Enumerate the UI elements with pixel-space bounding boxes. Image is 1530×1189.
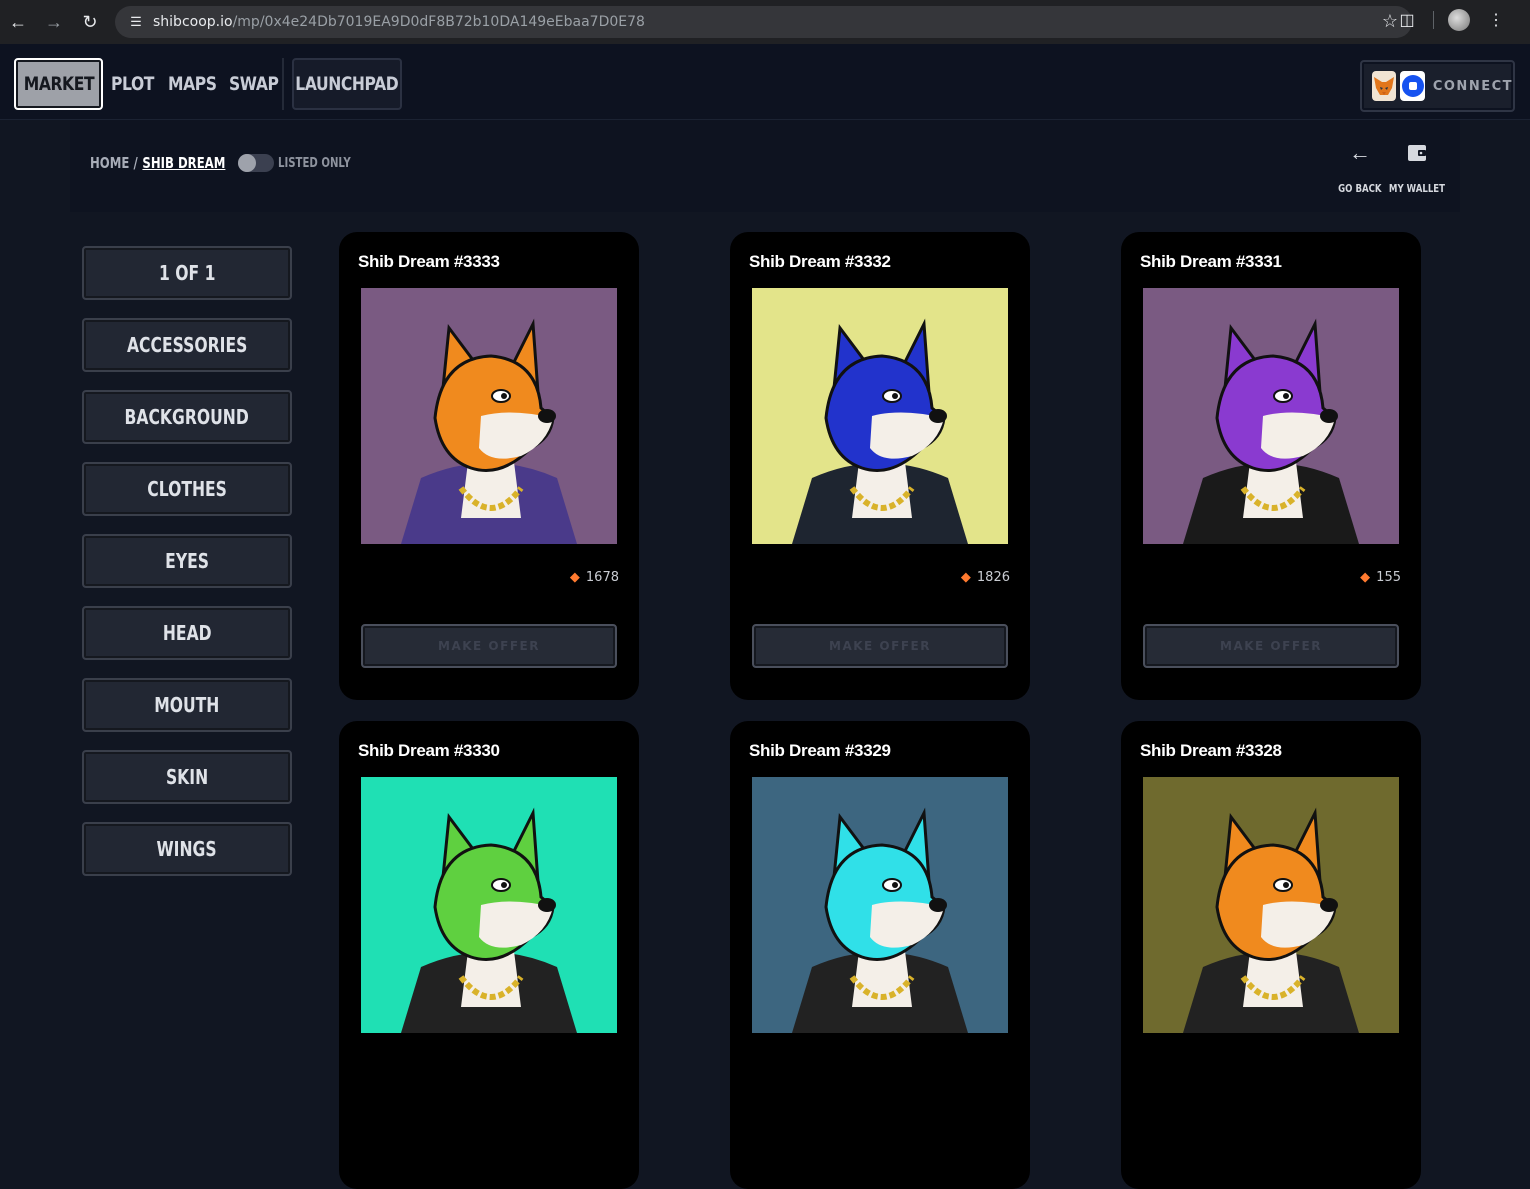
nft-title[interactable]: Shib Dream #3329 (749, 741, 891, 761)
gem-icon: ◆ (960, 570, 971, 585)
listed-only-label: LISTED ONLY (278, 155, 351, 171)
connect-wallet-button[interactable]: CONNECT (1360, 60, 1515, 112)
my-wallet-button[interactable]: MY WALLET (1388, 138, 1446, 195)
filter-label: MOUTH (154, 693, 220, 717)
filter-background[interactable]: BACKGROUND (82, 390, 292, 444)
make-offer-label: MAKE OFFER (1220, 639, 1322, 653)
filter-clothes[interactable]: CLOTHES (82, 462, 292, 516)
browser-toolbar: ← → ↻ ☰ shibcoop.io/mp/0x4e24Db7019EA9D0… (0, 0, 1530, 44)
gem-icon: ◆ (569, 570, 580, 585)
nft-image[interactable] (361, 288, 617, 544)
reload-icon[interactable]: ↻ (72, 4, 108, 40)
extensions-icon[interactable]: ◫ (1395, 8, 1419, 32)
breadcrumb-current[interactable]: SHIB DREAM (142, 154, 225, 172)
filter-label: WINGS (156, 837, 218, 861)
nft-title[interactable]: Shib Dream #3333 (358, 252, 500, 272)
nav-launchpad[interactable]: LAUNCHPAD (292, 58, 402, 110)
toolbar-divider (1433, 11, 1434, 29)
filter-label: 1 OF 1 (158, 261, 216, 285)
nft-card[interactable]: Shib Dream #3333 ◆ 1678 MAKE OFFER (339, 232, 639, 700)
site-info-icon[interactable]: ☰ (127, 13, 145, 31)
make-offer-label: MAKE OFFER (829, 639, 931, 653)
nav-maps[interactable]: MAPS (168, 58, 217, 110)
go-back-button[interactable]: ← GO BACK (1335, 138, 1385, 195)
nft-image[interactable] (752, 777, 1008, 1033)
filter-1-of-1[interactable]: 1 OF 1 (82, 246, 292, 300)
filter-label: ACCESSORIES (126, 333, 248, 357)
nav-market[interactable]: MARKET (14, 58, 103, 110)
nft-image[interactable] (361, 777, 617, 1033)
nft-title[interactable]: Shib Dream #3331 (1140, 252, 1282, 272)
forward-arrow-icon[interactable]: → (36, 4, 72, 40)
wallet-icon (1402, 138, 1432, 168)
make-offer-button[interactable]: MAKE OFFER (361, 624, 617, 668)
filter-eyes[interactable]: EYES (82, 534, 292, 588)
nft-title[interactable]: Shib Dream #3328 (1140, 741, 1282, 761)
filter-mouth[interactable]: MOUTH (82, 678, 292, 732)
nft-image[interactable] (752, 288, 1008, 544)
coinbase-icon (1400, 71, 1425, 101)
connect-label: CONNECT (1432, 78, 1513, 94)
nft-card[interactable]: Shib Dream #3328 (1121, 721, 1421, 1189)
nav-plot[interactable]: PLOT (111, 58, 154, 110)
rarity-rank: ◆ 155 (1360, 570, 1401, 585)
nav-divider (282, 58, 284, 110)
make-offer-button[interactable]: MAKE OFFER (1143, 624, 1399, 668)
profile-avatar[interactable] (1448, 9, 1470, 31)
make-offer-label: MAKE OFFER (438, 639, 540, 653)
menu-icon[interactable]: ⋮ (1484, 8, 1508, 32)
url-host: shibcoop.io (153, 14, 233, 30)
nft-title[interactable]: Shib Dream #3330 (358, 741, 500, 761)
filter-accessories[interactable]: ACCESSORIES (82, 318, 292, 372)
listed-only-toggle[interactable] (238, 154, 274, 172)
listed-only-toggle-group: LISTED ONLY (238, 154, 371, 172)
back-arrow-icon[interactable]: ← (0, 4, 36, 40)
rank-value: 1826 (976, 570, 1010, 585)
make-offer-button[interactable]: MAKE OFFER (752, 624, 1008, 668)
filter-label: BACKGROUND (124, 405, 250, 429)
nft-image[interactable] (1143, 288, 1399, 544)
filter-wings[interactable]: WINGS (82, 822, 292, 876)
rarity-rank: ◆ 1826 (961, 570, 1010, 585)
nft-card[interactable]: Shib Dream #3329 (730, 721, 1030, 1189)
breadcrumb-bar: HOME / SHIB DREAM LISTED ONLY ← GO BACK … (70, 120, 1460, 212)
go-back-label: GO BACK (1338, 182, 1382, 195)
filter-head[interactable]: HEAD (82, 606, 292, 660)
nft-title[interactable]: Shib Dream #3332 (749, 252, 891, 272)
filter-label: CLOTHES (147, 477, 227, 501)
url-text: shibcoop.io/mp/0x4e24Db7019EA9D0dF8B72b1… (153, 14, 645, 30)
metamask-icon (1372, 71, 1397, 101)
filter-label: HEAD (162, 621, 212, 645)
nav-swap[interactable]: SWAP (229, 58, 279, 110)
filter-label: EYES (165, 549, 209, 573)
url-path: /mp/0x4e24Db7019EA9D0dF8B72b10DA149eEbaa… (232, 14, 645, 30)
nft-image[interactable] (1143, 777, 1399, 1033)
site-header: MARKET PLOT MAPS SWAP LAUNCHPAD CONNECT (0, 44, 1530, 120)
address-bar[interactable]: ☰ shibcoop.io/mp/0x4e24Db7019EA9D0dF8B72… (115, 6, 1412, 38)
filter-label: SKIN (165, 765, 209, 789)
arrow-left-icon: ← (1349, 140, 1371, 165)
breadcrumb: HOME / SHIB DREAM (90, 154, 225, 172)
my-wallet-label: MY WALLET (1388, 182, 1446, 195)
nav-market-label: MARKET (23, 73, 94, 95)
nft-card[interactable]: Shib Dream #3331 ◆ 155 MAKE OFFER (1121, 232, 1421, 700)
rank-value: 155 (1376, 570, 1401, 585)
breadcrumb-home[interactable]: HOME / (90, 154, 138, 172)
gem-icon: ◆ (1360, 570, 1371, 585)
nav-launchpad-label: LAUNCHPAD (295, 73, 399, 95)
rarity-rank: ◆ 1678 (570, 570, 619, 585)
nft-card[interactable]: Shib Dream #3332 ◆ 1826 MAKE OFFER (730, 232, 1030, 700)
nft-card[interactable]: Shib Dream #3330 (339, 721, 639, 1189)
rank-value: 1678 (585, 570, 619, 585)
filter-skin[interactable]: SKIN (82, 750, 292, 804)
